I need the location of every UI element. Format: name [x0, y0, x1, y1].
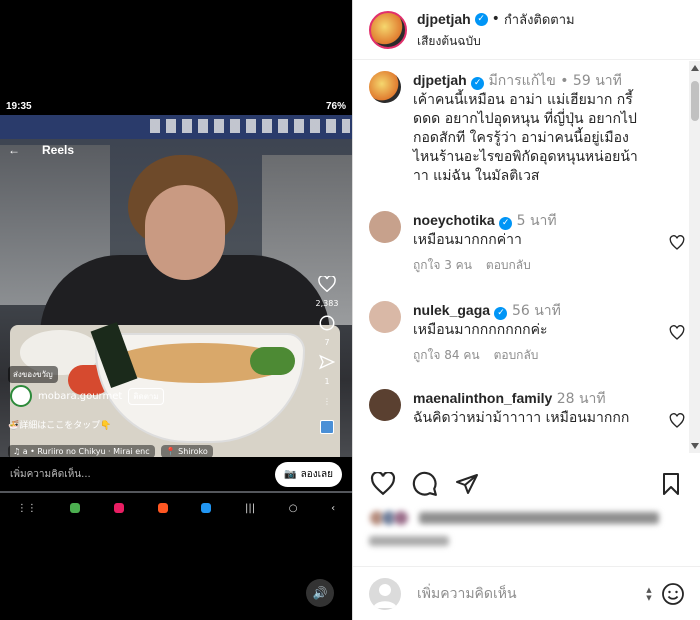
blurred-timestamp — [369, 536, 449, 546]
heart-icon[interactable] — [316, 273, 338, 295]
home-icon[interactable]: ○ — [289, 503, 298, 514]
comment-text: ฉันคิดว่าหม่าม้าาาาา เหมือนมากกก — [413, 410, 630, 426]
reply-button[interactable]: ตอบกลับ — [486, 256, 531, 275]
status-time: 19:35 — [6, 100, 32, 112]
like-count: 2,383 — [315, 299, 339, 308]
like-heart-icon[interactable] — [669, 325, 685, 341]
author-username[interactable]: djpetjah — [417, 11, 471, 27]
comment-username[interactable]: noeychotika — [413, 212, 495, 228]
verified-icon: ✓ — [499, 217, 513, 230]
ramen-greens — [250, 347, 295, 375]
comment-meta: มีการแก้ไข • 59 นาที — [488, 73, 622, 89]
verified-icon: ✓ — [474, 12, 488, 26]
reel-account-name[interactable]: mobara.gourmet — [38, 391, 122, 402]
gift-chip[interactable]: ส่งของขวัญ — [8, 366, 58, 383]
avatar[interactable] — [369, 301, 401, 333]
status-battery: 76% — [325, 100, 346, 112]
like-heart-icon[interactable] — [669, 413, 685, 429]
comment-text: เหมือนมากกกค่าา — [413, 232, 522, 248]
like-icon[interactable] — [369, 470, 397, 498]
separator: • — [491, 11, 500, 27]
reel-comment-input[interactable]: เพิ่มความคิดเห็น... — [10, 467, 91, 482]
reel-comment-bar: เพิ่มความคิดเห็น... 📷 ลองเลย — [0, 457, 352, 491]
blurred-likes-summary — [369, 510, 669, 558]
media-viewer: 19:35 76% ← Reels 2,383 7 1 ⋮ ส่งของขวัญ… — [0, 0, 352, 620]
comment-item: maenalinthon_family 28 นาที ฉันคิดว่าหม่… — [369, 389, 685, 428]
reel-caption[interactable]: 🍜詳細はここをタップ👇 — [8, 418, 111, 431]
back-arrow-icon[interactable]: ← — [8, 143, 20, 157]
comment-text: เค้าคนนี้เหมือน อาม่า แม่เฮียมาก กรี้ดดด… — [413, 92, 638, 184]
blurred-text — [419, 512, 659, 524]
following-button[interactable]: กำลังติดตาม — [504, 9, 575, 30]
more-vertical-icon[interactable]: ⋮ — [316, 390, 338, 412]
bookmark-icon[interactable] — [657, 470, 685, 498]
reel-follow-button[interactable]: ติดตาม — [128, 387, 164, 405]
reel-account-avatar[interactable] — [10, 385, 32, 407]
reel-actions: 2,383 7 1 ⋮ — [312, 273, 342, 438]
try-button[interactable]: 📷 ลองเลย — [275, 461, 342, 487]
comment-bubble-icon[interactable] — [411, 470, 439, 498]
share-plane-icon[interactable] — [453, 470, 481, 498]
reply-button[interactable]: ตอบกลับ — [494, 346, 539, 365]
comment-likes[interactable]: ถูกใจ 84 คน — [413, 346, 480, 365]
android-nav-bar: ⋮⋮ ||| ○ ‹ — [0, 493, 352, 523]
comment-icon[interactable] — [316, 312, 338, 334]
scroll-thumb[interactable] — [691, 81, 699, 121]
verified-icon: ✓ — [494, 307, 508, 320]
original-audio-link[interactable]: เสียงต้นฉบับ — [417, 32, 575, 51]
liker-avatar — [393, 510, 409, 526]
avatar[interactable] — [369, 389, 401, 421]
noren-banner — [0, 115, 352, 139]
reels-title: Reels — [42, 143, 75, 157]
scroll-down-arrow-icon[interactable] — [691, 443, 699, 449]
instagram-icon[interactable] — [114, 503, 125, 513]
avatar[interactable] — [369, 211, 401, 243]
emoji-icon[interactable] — [661, 582, 685, 606]
screen: 19:35 76% ← Reels 2,383 7 1 ⋮ ส่งของขวัญ… — [0, 0, 700, 620]
person-face — [145, 185, 225, 280]
comment-username[interactable]: nulek_gaga — [413, 302, 490, 318]
app-icon[interactable] — [70, 503, 81, 513]
user-avatar — [369, 577, 401, 610]
comment-item: noeychotika ✓ 5 นาที เหมือนมากกกค่าา ถูก… — [369, 211, 685, 275]
comment-username[interactable]: djpetjah — [413, 72, 467, 88]
comment-meta: 5 นาที — [516, 213, 557, 229]
phone-screenshot: 19:35 76% ← Reels 2,383 7 1 ⋮ ส่งของขวัญ… — [0, 97, 352, 523]
avatar[interactable] — [369, 71, 401, 103]
recents-icon[interactable]: ||| — [245, 503, 255, 514]
try-button-label: ลองเลย — [300, 468, 333, 480]
scroll-up-arrow-icon[interactable] — [691, 65, 699, 71]
share-icon[interactable] — [316, 351, 338, 373]
comment-meta: 56 นาที — [511, 303, 561, 319]
verified-icon: ✓ — [471, 77, 485, 90]
app-icon[interactable] — [201, 503, 212, 513]
reels-topbar: ← Reels — [0, 139, 352, 161]
add-comment-bar: เพิ่มความคิดเห็น ▲ ▼ — [353, 566, 700, 620]
comments-list: djpetjah ✓ มีการแก้ไข • 59 นาที เค้าคนนี… — [353, 61, 689, 453]
app-icon[interactable] — [157, 503, 168, 513]
comment-username[interactable]: maenalinthon_family — [413, 390, 552, 406]
comment-item: nulek_gaga ✓ 56 นาที เหมือนมากกกกกกกค่ะ … — [369, 301, 685, 365]
comment-text: เหมือนมากกกกกกกค่ะ — [413, 322, 548, 338]
post-panel: djpetjah ✓ • กำลังติดตาม เสียงต้นฉบับ dj… — [352, 0, 700, 620]
camera-icon: 📷 — [284, 468, 297, 480]
apps-grid-icon[interactable]: ⋮⋮ — [17, 503, 37, 514]
audio-thumb-icon[interactable] — [316, 416, 338, 438]
like-heart-icon[interactable] — [669, 235, 685, 251]
add-comment-input[interactable]: เพิ่มความคิดเห็น — [417, 583, 643, 605]
volume-icon[interactable]: 🔊 — [306, 579, 334, 607]
comments-scrollbar[interactable] — [689, 61, 700, 453]
back-icon[interactable]: ‹ — [331, 503, 335, 514]
comment-meta: 28 นาที — [556, 391, 606, 407]
share-count: 1 — [324, 377, 330, 386]
author-avatar[interactable] — [369, 10, 407, 49]
resize-arrows-icon[interactable]: ▲ ▼ — [643, 584, 655, 604]
phone-status-bar: 19:35 76% — [0, 97, 352, 115]
post-actions — [353, 462, 700, 506]
comment-likes[interactable]: ถูกใจ 3 คน — [413, 256, 472, 275]
caption-comment: djpetjah ✓ มีการแก้ไข • 59 นาที เค้าคนนี… — [369, 71, 685, 186]
reel-account: mobara.gourmet ติดตาม — [10, 385, 164, 407]
comment-count: 7 — [324, 338, 330, 347]
post-header: djpetjah ✓ • กำลังติดตาม เสียงต้นฉบับ — [353, 0, 700, 60]
